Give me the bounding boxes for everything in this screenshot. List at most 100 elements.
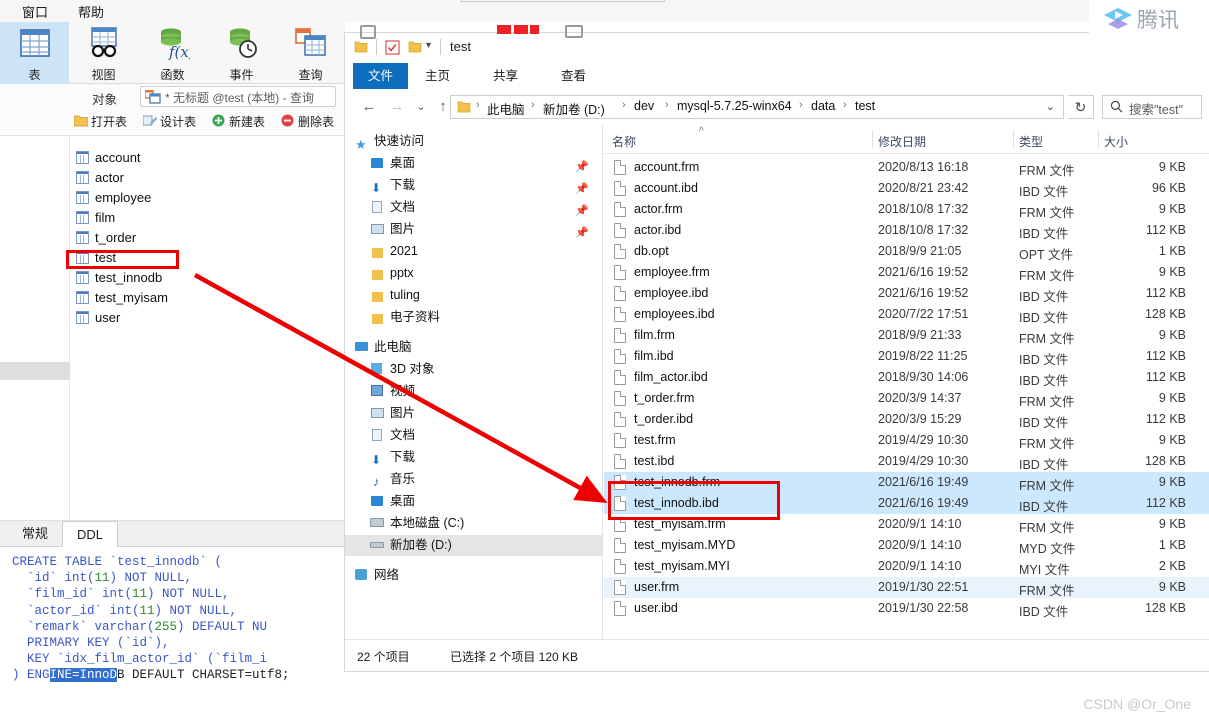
ribbon-tab-file[interactable]: 文件 bbox=[353, 63, 408, 89]
ribbon-button-table[interactable]: 表 bbox=[0, 22, 69, 84]
table-row[interactable]: account.ibd 2020/8/21 23:42 IBD 文件 96 KB bbox=[604, 178, 1209, 199]
new-folder-icon[interactable] bbox=[408, 40, 422, 59]
table-row[interactable]: test_myisam.MYI 2020/9/1 14:10 MYI 文件 2 KB bbox=[604, 556, 1209, 577]
ribbon-tab-share[interactable]: 共享 bbox=[493, 63, 518, 89]
column-header-size[interactable]: 大小 bbox=[1104, 133, 1128, 150]
address-chevron-down-icon[interactable]: ⌄ bbox=[1046, 100, 1055, 113]
breadcrumb-mysql[interactable]: mysql-5.7.25-winx64 bbox=[677, 99, 792, 113]
nav-item-network[interactable]: 网络 bbox=[345, 565, 603, 586]
nav-item-dianzi-ziliao[interactable]: 电子资料 bbox=[345, 307, 603, 328]
table-row[interactable]: test.ibd 2019/4/29 10:30 IBD 文件 128 KB bbox=[604, 451, 1209, 472]
new-table-button[interactable]: 新建表 bbox=[212, 113, 265, 130]
table-item-user[interactable]: user bbox=[75, 308, 120, 327]
nav-item-pptx[interactable]: pptx bbox=[345, 263, 603, 284]
delete-table-button[interactable]: 删除表 bbox=[281, 113, 334, 130]
table-row[interactable]: test_innodb.frm 2021/6/16 19:49 FRM 文件 9 KB bbox=[604, 472, 1209, 493]
properties-check-icon[interactable] bbox=[385, 40, 400, 60]
table-row[interactable]: user.ibd 2019/1/30 22:58 IBD 文件 128 KB bbox=[604, 598, 1209, 619]
nav-item-3d-objects[interactable]: 3D 对象 bbox=[345, 359, 603, 380]
nav-item-desktop[interactable]: 桌面 📌 bbox=[345, 153, 603, 174]
column-header-name[interactable]: 名称 bbox=[612, 133, 636, 150]
nav-item-downloads[interactable]: ⬇ 下载 📌 bbox=[345, 175, 603, 196]
tab-ddl[interactable]: DDL bbox=[62, 521, 119, 547]
nav-item-this-pc[interactable]: 此电脑 bbox=[345, 337, 603, 358]
table-item-t-order[interactable]: t_order bbox=[75, 228, 136, 247]
ribbon-tab-view[interactable]: 查看 bbox=[561, 63, 586, 89]
ribbon-button-event[interactable]: 事件 bbox=[207, 22, 276, 84]
table-item-employee[interactable]: employee bbox=[75, 188, 151, 207]
table-row[interactable]: db.opt 2018/9/9 21:05 OPT 文件 1 KB bbox=[604, 241, 1209, 262]
design-table-button[interactable]: 设计表 bbox=[142, 113, 196, 130]
table-row[interactable]: actor.ibd 2018/10/8 17:32 IBD 文件 112 KB bbox=[604, 220, 1209, 241]
nav-item-music[interactable]: ♪ 音乐 bbox=[345, 469, 603, 490]
ddl-code-view[interactable]: CREATE TABLE `test_innodb` ( `id` int(11… bbox=[0, 548, 345, 724]
breadcrumb-drive-d[interactable]: 新加卷 (D:) bbox=[543, 99, 605, 118]
table-row[interactable]: test_myisam.MYD 2020/9/1 14:10 MYD 文件 1 KB bbox=[604, 535, 1209, 556]
table-item-test[interactable]: test bbox=[75, 248, 116, 267]
table-row[interactable]: account.frm 2020/8/13 16:18 FRM 文件 9 KB bbox=[604, 157, 1209, 178]
nav-item-desktop-2[interactable]: 桌面 bbox=[345, 491, 603, 512]
search-box[interactable]: 搜索"test" bbox=[1102, 95, 1202, 119]
back-button[interactable]: ← bbox=[357, 95, 381, 119]
table-row[interactable]: test.frm 2019/4/29 10:30 FRM 文件 9 KB bbox=[604, 430, 1209, 451]
table-row[interactable]: employees.ibd 2020/7/22 17:51 IBD 文件 128 KB bbox=[604, 304, 1209, 325]
table-row[interactable]: film.frm 2018/9/9 21:33 FRM 文件 9 KB bbox=[604, 325, 1209, 346]
nav-item-local-disk-c[interactable]: 本地磁盘 (C:) bbox=[345, 513, 603, 534]
table-row[interactable]: t_order.frm 2020/3/9 14:37 FRM 文件 9 KB bbox=[604, 388, 1209, 409]
nav-item-documents-2[interactable]: 文档 bbox=[345, 425, 603, 446]
open-table-button[interactable]: 打开表 bbox=[73, 113, 127, 130]
breadcrumb-data[interactable]: data bbox=[811, 99, 835, 113]
breadcrumb-this-pc[interactable]: 此电脑 bbox=[487, 99, 525, 118]
column-divider-2[interactable] bbox=[1013, 130, 1014, 148]
nav-item-pictures[interactable]: 图片 📌 bbox=[345, 219, 603, 240]
table-row[interactable]: employee.frm 2021/6/16 19:52 FRM 文件 9 KB bbox=[604, 262, 1209, 283]
menu-window[interactable]: 窗口 bbox=[22, 2, 48, 21]
tab-general[interactable]: 常规 bbox=[8, 521, 62, 547]
nav-item-pictures-2[interactable]: 图片 bbox=[345, 403, 603, 424]
table-row[interactable]: actor.frm 2018/10/8 17:32 FRM 文件 9 KB bbox=[604, 199, 1209, 220]
nav-item-downloads-2[interactable]: ⬇ 下载 bbox=[345, 447, 603, 468]
connection-pane-selected-row[interactable] bbox=[0, 362, 70, 380]
refresh-button[interactable]: ↻ bbox=[1068, 95, 1094, 119]
query-tab-chip[interactable]: * 无标题 @test (本地) - 查询 bbox=[140, 86, 336, 107]
forward-button[interactable]: → bbox=[385, 95, 409, 119]
nav-item-videos[interactable]: 视频 bbox=[345, 381, 603, 402]
table-row[interactable]: t_order.ibd 2020/3/9 15:29 IBD 文件 112 KB bbox=[604, 409, 1209, 430]
table-row[interactable]: test_innodb.ibd 2021/6/16 19:49 IBD 文件 112 … bbox=[604, 493, 1209, 514]
address-bar[interactable]: › 此电脑 › 新加卷 (D:) › dev › mysql-5.7.25-wi… bbox=[450, 95, 1064, 119]
table-item-account[interactable]: account bbox=[75, 148, 141, 167]
recent-locations-button[interactable]: ⌄ bbox=[409, 95, 433, 119]
table-row[interactable]: film_actor.ibd 2018/9/30 14:06 IBD 文件 112 K… bbox=[604, 367, 1209, 388]
ribbon-button-query[interactable]: 查询 bbox=[276, 22, 345, 84]
menu-help[interactable]: 帮助 bbox=[78, 2, 104, 21]
nav-item-tuling[interactable]: tuling bbox=[345, 285, 603, 306]
table-row[interactable]: user.frm 2019/1/30 22:51 FRM 文件 9 KB bbox=[604, 577, 1209, 598]
folder-icon[interactable] bbox=[354, 40, 368, 59]
navigation-pane[interactable]: ★ 快速访问 桌面 📌 ⬇ 下载 📌 文档 📌 图片 📌 2021 pptx t… bbox=[345, 125, 603, 639]
nav-item-quick-access[interactable]: ★ 快速访问 bbox=[345, 131, 603, 152]
column-header-type[interactable]: 类型 bbox=[1019, 133, 1043, 150]
ribbon-button-function[interactable]: f(x) 函数 bbox=[138, 22, 207, 84]
column-header-date[interactable]: 修改日期 bbox=[878, 133, 926, 150]
table-row[interactable]: employee.ibd 2021/6/16 19:52 IBD 文件 112 KB bbox=[604, 283, 1209, 304]
ribbon-button-view[interactable]: 视图 bbox=[69, 22, 138, 84]
nav-item-new-volume-d[interactable]: 新加卷 (D:) bbox=[345, 535, 603, 556]
file-list[interactable]: 名称 ^ 修改日期 类型 大小 account.frm 2020/8/13 16:… bbox=[604, 125, 1209, 639]
breadcrumb-test[interactable]: test bbox=[855, 99, 875, 113]
explorer-title-bar[interactable]: ▾ test bbox=[345, 33, 1209, 63]
column-divider-3[interactable] bbox=[1098, 130, 1099, 148]
breadcrumb-dev[interactable]: dev bbox=[634, 99, 654, 113]
navicat-table-list[interactable]: account actor employee film t_order test… bbox=[71, 138, 345, 520]
table-item-film[interactable]: film bbox=[75, 208, 115, 227]
table-row[interactable]: test_myisam.frm 2020/9/1 14:10 FRM 文件 9 KB bbox=[604, 514, 1209, 535]
nav-item-documents[interactable]: 文档 📌 bbox=[345, 197, 603, 218]
column-divider-1[interactable] bbox=[872, 130, 873, 148]
table-item-test-myisam[interactable]: test_myisam bbox=[75, 288, 168, 307]
navicat-connection-pane[interactable] bbox=[0, 136, 70, 520]
ribbon-tab-home[interactable]: 主页 bbox=[425, 63, 450, 89]
table-item-actor[interactable]: actor bbox=[75, 168, 124, 187]
table-item-test-innodb[interactable]: test_innodb bbox=[75, 268, 162, 287]
chevron-down-icon[interactable]: ▾ bbox=[426, 40, 431, 51]
nav-item-2021[interactable]: 2021 bbox=[345, 241, 603, 262]
table-row[interactable]: film.ibd 2019/8/22 11:25 IBD 文件 112 KB bbox=[604, 346, 1209, 367]
